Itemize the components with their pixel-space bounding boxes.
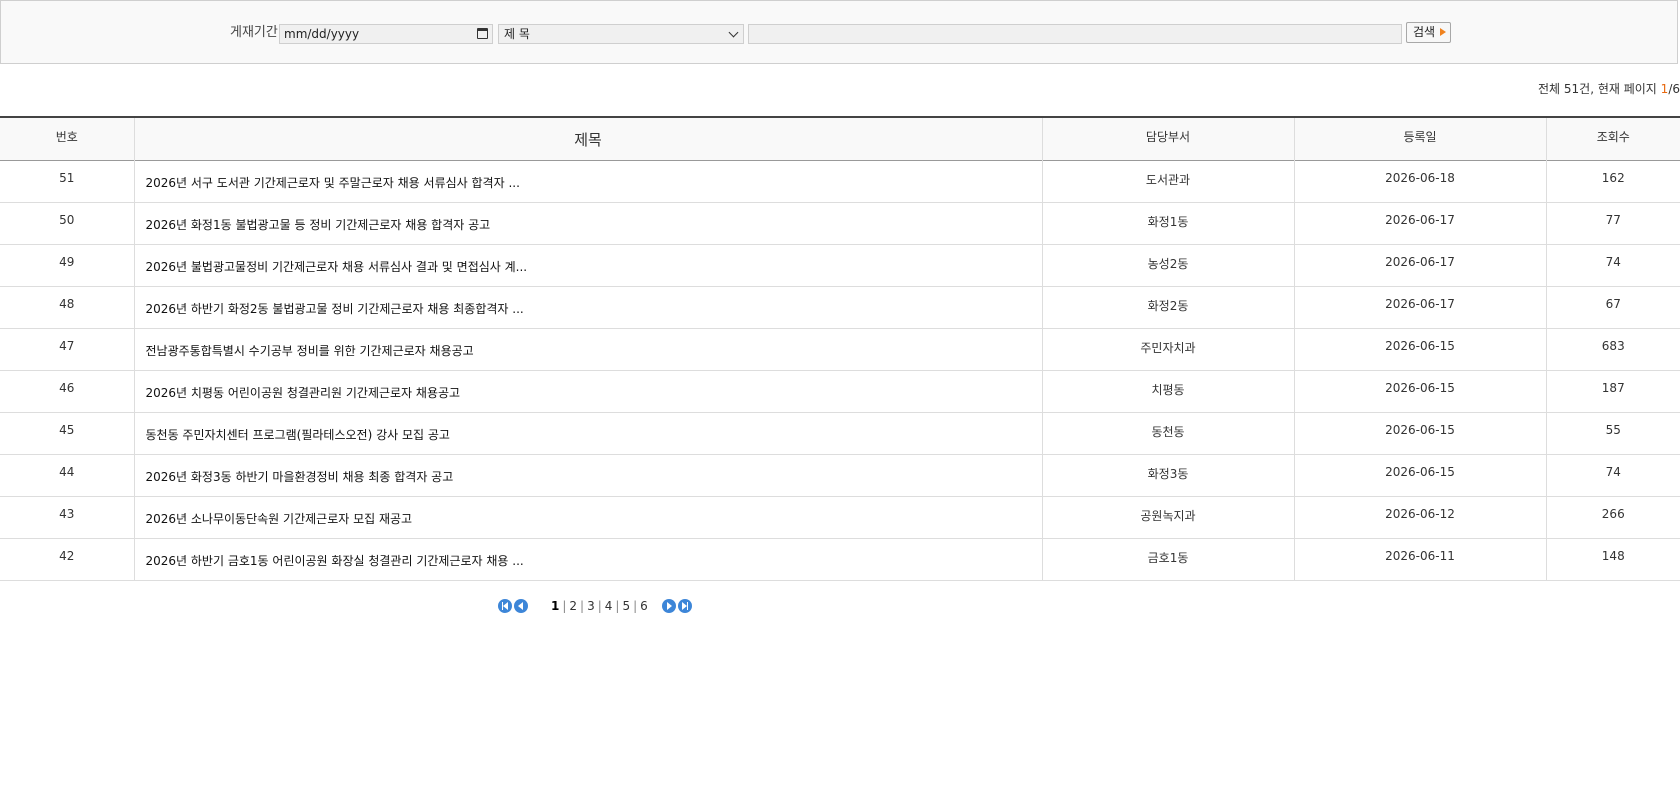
row-department: 동천동 bbox=[1042, 412, 1295, 454]
row-date: 2026-06-17 bbox=[1294, 286, 1547, 328]
row-number: 48 bbox=[0, 286, 135, 328]
row-views: 148 bbox=[1601, 548, 1625, 563]
page-numbers: 1 | 2 | 3 | 4 | 5 | 6 bbox=[551, 599, 648, 613]
result-summary: 전체 51건, 현재 페이지 1/6 bbox=[1538, 80, 1680, 97]
page-link-4[interactable]: 4 bbox=[605, 599, 613, 613]
pagination: 1 | 2 | 3 | 4 | 5 | 6 bbox=[498, 597, 694, 615]
row-views: 67 bbox=[1605, 296, 1621, 311]
row-department: 화정3동 bbox=[1042, 454, 1295, 496]
row-title-link[interactable]: 2026년 하반기 화정2동 불법광고물 정비 기간제근로자 채용 최종합격자 … bbox=[134, 286, 1043, 328]
row-department: 금호1동 bbox=[1042, 538, 1295, 580]
table-row: 48 2026년 하반기 화정2동 불법광고물 정비 기간제근로자 채용 최종합… bbox=[0, 286, 1680, 328]
header-number: 번호 bbox=[0, 117, 135, 160]
row-views: 162 bbox=[1601, 170, 1625, 185]
page-link-1[interactable]: 1 bbox=[551, 599, 559, 613]
prev-page-icon[interactable] bbox=[514, 599, 528, 613]
table-row: 49 2026년 불법광고물정비 기간제근로자 채용 서류심사 결과 및 면접심… bbox=[0, 244, 1680, 286]
row-views: 55 bbox=[1605, 422, 1621, 437]
row-department: 주민자치과 bbox=[1042, 328, 1295, 370]
summary-prefix: 전체 51건, 현재 페이지 bbox=[1538, 82, 1661, 96]
row-title-link[interactable]: 2026년 치평동 어린이공원 청결관리원 기간제근로자 채용공고 bbox=[134, 370, 1043, 412]
period-label: 게재기간 : bbox=[230, 25, 287, 40]
chevron-down-icon bbox=[728, 27, 739, 38]
row-department: 화정2동 bbox=[1042, 286, 1295, 328]
row-number: 49 bbox=[0, 244, 135, 286]
row-date: 2026-06-18 bbox=[1294, 160, 1547, 202]
row-department: 농성2동 bbox=[1042, 244, 1295, 286]
row-number: 51 bbox=[0, 160, 135, 202]
row-number: 50 bbox=[0, 202, 135, 244]
search-button[interactable]: 검색 bbox=[1406, 22, 1451, 43]
row-date: 2026-06-17 bbox=[1294, 202, 1547, 244]
row-number: 44 bbox=[0, 454, 135, 496]
row-number: 42 bbox=[0, 538, 135, 580]
first-page-icon[interactable] bbox=[498, 599, 512, 613]
header-views: 조회수 bbox=[1596, 130, 1630, 144]
row-title-link[interactable]: 2026년 하반기 금호1동 어린이공원 화장실 청결관리 기간제근로자 채용 … bbox=[134, 538, 1043, 580]
table-row: 43 2026년 소나무이동단속원 기간제근로자 모집 재공고 공원녹지과 20… bbox=[0, 496, 1680, 538]
row-date: 2026-06-12 bbox=[1294, 496, 1547, 538]
row-date: 2026-06-15 bbox=[1294, 454, 1547, 496]
page-link-3[interactable]: 3 bbox=[587, 599, 595, 613]
table-row: 47 전남광주통합특별시 수기공부 정비를 위한 기간제근로자 채용공고 주민자… bbox=[0, 328, 1680, 370]
row-department: 도서관과 bbox=[1042, 160, 1295, 202]
row-title-link[interactable]: 2026년 화정3동 하반기 마을환경정비 채용 최종 합격자 공고 bbox=[134, 454, 1043, 496]
page-link-2[interactable]: 2 bbox=[569, 599, 577, 613]
last-page-icon[interactable] bbox=[677, 599, 692, 613]
page-link-6[interactable]: 6 bbox=[640, 599, 648, 613]
row-date: 2026-06-15 bbox=[1294, 412, 1547, 454]
board-table: 번호 제목 담당부서 등록일 조회수 51 2026년 서구 도서관 기간제근로… bbox=[0, 116, 1680, 581]
search-panel: 게재기간 : mm/dd/yyyy 제 목 검색 bbox=[0, 0, 1678, 64]
row-title-link[interactable]: 2026년 소나무이동단속원 기간제근로자 모집 재공고 bbox=[134, 496, 1043, 538]
next-page-icon[interactable] bbox=[661, 599, 676, 613]
row-date: 2026-06-15 bbox=[1294, 328, 1547, 370]
date-input[interactable]: mm/dd/yyyy bbox=[279, 24, 493, 44]
table-row: 44 2026년 화정3동 하반기 마을환경정비 채용 최종 합격자 공고 화정… bbox=[0, 454, 1680, 496]
table-row: 50 2026년 화정1동 불법광고물 등 정비 기간제근로자 채용 합격자 공… bbox=[0, 202, 1680, 244]
row-views: 187 bbox=[1601, 380, 1625, 395]
row-number: 46 bbox=[0, 370, 135, 412]
row-title-link[interactable]: 2026년 서구 도서관 기간제근로자 및 주말근로자 채용 서류심사 합격자 … bbox=[134, 160, 1043, 202]
row-date: 2026-06-11 bbox=[1294, 538, 1547, 580]
row-title-link[interactable]: 2026년 화정1동 불법광고물 등 정비 기간제근로자 채용 합격자 공고 bbox=[134, 202, 1043, 244]
search-button-label: 검색 bbox=[1413, 25, 1436, 39]
table-row: 46 2026년 치평동 어린이공원 청결관리원 기간제근로자 채용공고 치평동… bbox=[0, 370, 1680, 412]
row-views: 74 bbox=[1605, 254, 1621, 269]
row-title-link[interactable]: 전남광주통합특별시 수기공부 정비를 위한 기간제근로자 채용공고 bbox=[134, 328, 1043, 370]
row-title-link[interactable]: 동천동 주민자치센터 프로그램(필라테스오전) 강사 모집 공고 bbox=[134, 412, 1043, 454]
row-date: 2026-06-15 bbox=[1294, 370, 1547, 412]
table-header-row: 번호 제목 담당부서 등록일 조회수 bbox=[0, 117, 1680, 160]
row-department: 화정1동 bbox=[1042, 202, 1295, 244]
header-date: 등록일 bbox=[1294, 117, 1547, 160]
calendar-icon[interactable] bbox=[477, 28, 488, 39]
row-date: 2026-06-17 bbox=[1294, 244, 1547, 286]
row-number: 45 bbox=[0, 412, 135, 454]
page-link-5[interactable]: 5 bbox=[622, 599, 630, 613]
row-title-link[interactable]: 2026년 불법광고물정비 기간제근로자 채용 서류심사 결과 및 면접심사 계… bbox=[134, 244, 1043, 286]
row-views: 683 bbox=[1601, 338, 1625, 353]
date-placeholder: mm/dd/yyyy bbox=[284, 27, 360, 41]
search-field-select[interactable]: 제 목 bbox=[498, 24, 744, 44]
table-row: 51 2026년 서구 도서관 기간제근로자 및 주말근로자 채용 서류심사 합… bbox=[0, 160, 1680, 202]
row-views: 77 bbox=[1605, 212, 1621, 227]
row-department: 치평동 bbox=[1042, 370, 1295, 412]
row-department: 공원녹지과 bbox=[1042, 496, 1295, 538]
keyword-input[interactable] bbox=[748, 24, 1402, 44]
row-number: 47 bbox=[0, 328, 135, 370]
summary-total-pages: /6 bbox=[1668, 82, 1680, 96]
arrow-right-icon bbox=[1440, 28, 1446, 36]
header-title: 제목 bbox=[134, 117, 1043, 160]
header-department: 담당부서 bbox=[1042, 117, 1295, 160]
row-number: 43 bbox=[0, 496, 135, 538]
select-value: 제 목 bbox=[504, 27, 530, 41]
table-row: 45 동천동 주민자치센터 프로그램(필라테스오전) 강사 모집 공고 동천동 … bbox=[0, 412, 1680, 454]
row-views: 266 bbox=[1601, 506, 1625, 521]
table-row: 42 2026년 하반기 금호1동 어린이공원 화장실 청결관리 기간제근로자 … bbox=[0, 538, 1680, 580]
row-views: 74 bbox=[1605, 464, 1621, 479]
